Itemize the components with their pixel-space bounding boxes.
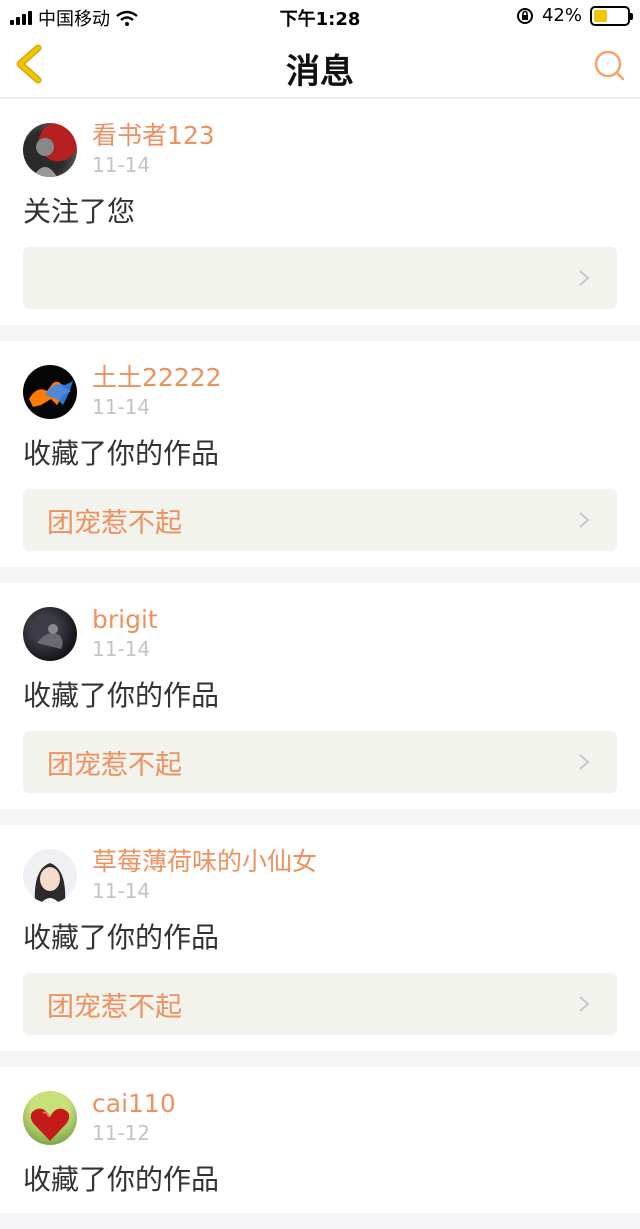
message-action: 收藏了你的作品 [23, 679, 220, 712]
nav-bar: 消息 [0, 32, 640, 98]
work-link[interactable] [23, 247, 617, 309]
chevron-right-icon [579, 512, 590, 528]
chevron-right-icon [579, 754, 590, 770]
message-header: 土土22222 11-14 [23, 363, 617, 421]
message-action: 收藏了你的作品 [23, 1163, 220, 1196]
message-header: 看书者123 11-14 [23, 121, 617, 179]
search-icon[interactable] [592, 48, 626, 82]
avatar-image [29, 381, 73, 407]
message-meta: 土土22222 11-14 [92, 363, 222, 419]
rotation-lock-icon [516, 7, 533, 24]
message-date: 11-14 [92, 395, 151, 419]
message-header: cai110 11-12 [23, 1089, 617, 1147]
message-card[interactable]: 草莓薄荷味的小仙女 11-14 收藏了你的作品 团宠惹不起 [0, 825, 640, 1051]
message-card[interactable]: 看书者123 11-14 关注了您 [0, 99, 640, 325]
battery-icon [590, 5, 633, 26]
status-bar: 中国移动 下午1:28 42% [0, 0, 640, 32]
work-link[interactable]: 团宠惹不起 [23, 973, 617, 1035]
message-meta: cai110 11-12 [92, 1089, 176, 1145]
page-title: 消息 [286, 52, 354, 92]
avatar[interactable] [23, 607, 77, 661]
work-title: 团宠惹不起 [47, 991, 182, 1023]
avatar[interactable] [23, 365, 77, 419]
username[interactable]: 土土22222 [92, 363, 222, 393]
work-link[interactable]: 团宠惹不起 [23, 489, 617, 551]
message-meta: 草莓薄荷味的小仙女 11-14 [92, 847, 317, 903]
message-list: 看书者123 11-14 关注了您 土土22222 11-14 收藏了你的作品 … [0, 99, 640, 1229]
battery-percent: 42% [541, 5, 582, 26]
chevron-right-icon [579, 996, 590, 1012]
message-card[interactable]: cai110 11-12 收藏了你的作品 [0, 1067, 640, 1213]
avatar-image [37, 624, 63, 649]
message-date: 11-14 [92, 153, 151, 177]
avatar[interactable] [23, 1091, 77, 1145]
message-card[interactable]: 土土22222 11-14 收藏了你的作品 团宠惹不起 [0, 341, 640, 567]
message-date: 11-12 [92, 1121, 151, 1145]
avatar-image [30, 1108, 70, 1141]
avatar[interactable] [23, 123, 77, 177]
message-meta: brigit 11-14 [92, 605, 158, 661]
message-card[interactable]: brigit 11-14 收藏了你的作品 团宠惹不起 [0, 583, 640, 809]
message-action: 收藏了你的作品 [23, 437, 220, 470]
status-right: 42% [516, 5, 633, 26]
message-date: 11-14 [92, 637, 151, 661]
username[interactable]: 草莓薄荷味的小仙女 [92, 847, 317, 877]
message-header: brigit 11-14 [23, 605, 617, 663]
message-action: 收藏了你的作品 [23, 921, 220, 954]
username[interactable]: brigit [92, 605, 158, 635]
username[interactable]: cai110 [92, 1089, 176, 1119]
work-title: 团宠惹不起 [47, 749, 182, 781]
work-link[interactable]: 团宠惹不起 [23, 731, 617, 793]
avatar-image [34, 863, 66, 903]
username[interactable]: 看书者123 [92, 121, 215, 151]
avatar[interactable] [23, 849, 77, 903]
avatar-image [33, 138, 57, 177]
message-date: 11-14 [92, 879, 151, 903]
message-action: 关注了您 [23, 195, 136, 228]
message-header: 草莓薄荷味的小仙女 11-14 [23, 847, 617, 905]
chevron-right-icon [579, 270, 590, 286]
battery-fill [594, 9, 607, 22]
work-title: 团宠惹不起 [47, 507, 182, 539]
message-meta: 看书者123 11-14 [92, 121, 215, 177]
